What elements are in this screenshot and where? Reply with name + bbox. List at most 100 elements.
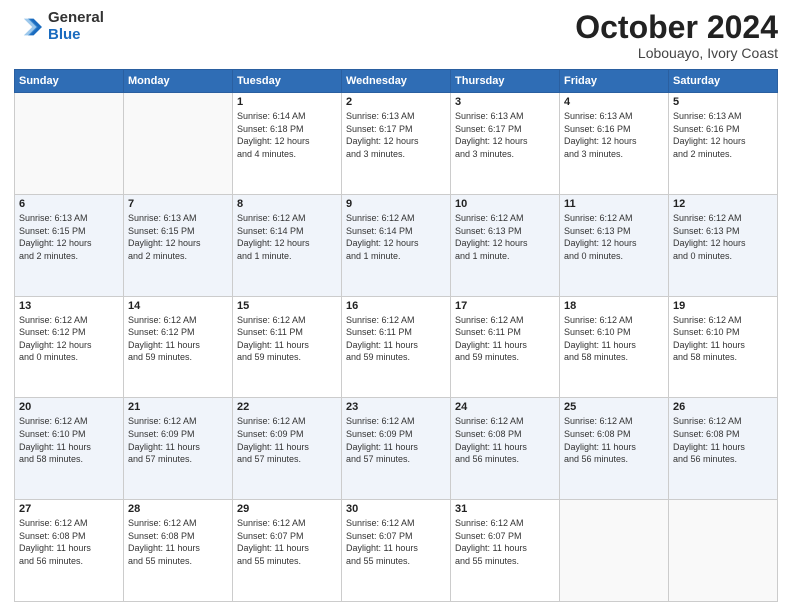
calendar-cell: 12Sunrise: 6:12 AM Sunset: 6:13 PM Dayli… <box>669 194 778 296</box>
logo-text: General Blue <box>48 10 104 43</box>
title-block: October 2024 Lobouayo, Ivory Coast <box>575 10 778 61</box>
weekday-header-wednesday: Wednesday <box>342 70 451 93</box>
day-number: 25 <box>564 401 664 413</box>
weekday-header-friday: Friday <box>560 70 669 93</box>
logo: General Blue <box>14 10 104 43</box>
day-number: 1 <box>237 96 337 108</box>
day-number: 16 <box>346 300 446 312</box>
calendar-cell: 19 Sunrise: 6:12 AM Sunset: 6:10 PM Dayli… <box>669 296 778 398</box>
day-number: 14 <box>128 300 228 312</box>
day-info: Sunrise: 6:13 AM Sunset: 6:17 PM Dayligh… <box>346 110 446 160</box>
day-number: 2 <box>346 96 446 108</box>
day-info: Sunrise: 6:13 AM Sunset: 6:15 PM Dayligh… <box>19 212 119 262</box>
calendar-cell: 17Sunrise: 6:12 AM Sunset: 6:11 PM Dayli… <box>451 296 560 398</box>
week-row-2: 6 Sunrise: 6:13 AM Sunset: 6:15 PM Daylig… <box>15 194 778 296</box>
calendar-cell: 21 Sunrise: 6:12 AM Sunset: 6:09 PM Dayli… <box>124 398 233 500</box>
calendar-cell: 15Sunrise: 6:12 AM Sunset: 6:11 PM Dayli… <box>233 296 342 398</box>
day-number: 19 <box>673 300 773 312</box>
calendar-cell: 26 Sunrise: 6:12 AM Sunset: 6:08 PM Dayli… <box>669 398 778 500</box>
weekday-header-monday: Monday <box>124 70 233 93</box>
day-number: 30 <box>346 503 446 515</box>
day-info: Sunrise: 6:12 AM Sunset: 6:08 PM Dayligh… <box>673 415 773 465</box>
weekday-header-sunday: Sunday <box>15 70 124 93</box>
day-info: Sunrise: 6:12 AM Sunset: 6:11 PM Dayligh… <box>237 314 337 364</box>
week-row-3: 13 Sunrise: 6:12 AM Sunset: 6:12 PM Dayli… <box>15 296 778 398</box>
calendar-cell: 30 Sunrise: 6:12 AM Sunset: 6:07 PM Dayli… <box>342 500 451 602</box>
day-number: 13 <box>19 300 119 312</box>
day-info: Sunrise: 6:13 AM Sunset: 6:16 PM Dayligh… <box>564 110 664 160</box>
day-number: 12 <box>673 198 773 210</box>
day-number: 6 <box>19 198 119 210</box>
calendar-table: SundayMondayTuesdayWednesdayThursdayFrid… <box>14 69 778 602</box>
day-number: 21 <box>128 401 228 413</box>
calendar-cell: 23 Sunrise: 6:12 AM Sunset: 6:09 PM Dayli… <box>342 398 451 500</box>
calendar-cell: 7Sunrise: 6:13 AM Sunset: 6:15 PM Daylig… <box>124 194 233 296</box>
logo-icon <box>14 13 42 41</box>
week-row-4: 20 Sunrise: 6:12 AM Sunset: 6:10 PM Dayli… <box>15 398 778 500</box>
week-row-5: 27 Sunrise: 6:12 AM Sunset: 6:08 PM Dayli… <box>15 500 778 602</box>
day-info: Sunrise: 6:12 AM Sunset: 6:13 PM Dayligh… <box>455 212 555 262</box>
day-number: 8 <box>237 198 337 210</box>
calendar-cell <box>560 500 669 602</box>
day-number: 20 <box>19 401 119 413</box>
calendar-cell: 18 Sunrise: 6:12 AM Sunset: 6:10 PM Dayli… <box>560 296 669 398</box>
day-number: 22 <box>237 401 337 413</box>
day-number: 23 <box>346 401 446 413</box>
day-number: 7 <box>128 198 228 210</box>
day-info: Sunrise: 6:12 AM Sunset: 6:09 PM Dayligh… <box>237 415 337 465</box>
header: General Blue October 2024 Lobouayo, Ivor… <box>14 10 778 61</box>
day-info: Sunrise: 6:12 AM Sunset: 6:10 PM Dayligh… <box>673 314 773 364</box>
day-info: Sunrise: 6:13 AM Sunset: 6:17 PM Dayligh… <box>455 110 555 160</box>
day-info: Sunrise: 6:14 AM Sunset: 6:18 PM Dayligh… <box>237 110 337 160</box>
day-number: 26 <box>673 401 773 413</box>
day-info: Sunrise: 6:12 AM Sunset: 6:07 PM Dayligh… <box>237 517 337 567</box>
day-info: Sunrise: 6:12 AM Sunset: 6:10 PM Dayligh… <box>564 314 664 364</box>
calendar-cell <box>15 93 124 195</box>
weekday-header-saturday: Saturday <box>669 70 778 93</box>
logo-general: General <box>48 10 104 27</box>
calendar-header: SundayMondayTuesdayWednesdayThursdayFrid… <box>15 70 778 93</box>
weekday-header-row: SundayMondayTuesdayWednesdayThursdayFrid… <box>15 70 778 93</box>
day-number: 18 <box>564 300 664 312</box>
day-info: Sunrise: 6:12 AM Sunset: 6:08 PM Dayligh… <box>455 415 555 465</box>
weekday-header-thursday: Thursday <box>451 70 560 93</box>
calendar-cell: 4Sunrise: 6:13 AM Sunset: 6:16 PM Daylig… <box>560 93 669 195</box>
calendar-cell: 20 Sunrise: 6:12 AM Sunset: 6:10 PM Dayli… <box>15 398 124 500</box>
page: General Blue October 2024 Lobouayo, Ivor… <box>0 0 792 612</box>
calendar-cell: 6 Sunrise: 6:13 AM Sunset: 6:15 PM Daylig… <box>15 194 124 296</box>
week-row-1: 1 Sunrise: 6:14 AM Sunset: 6:18 PM Daylig… <box>15 93 778 195</box>
calendar-cell: 10Sunrise: 6:12 AM Sunset: 6:13 PM Dayli… <box>451 194 560 296</box>
day-info: Sunrise: 6:12 AM Sunset: 6:14 PM Dayligh… <box>346 212 446 262</box>
calendar-body: 1 Sunrise: 6:14 AM Sunset: 6:18 PM Daylig… <box>15 93 778 602</box>
logo-blue: Blue <box>48 27 104 44</box>
day-info: Sunrise: 6:12 AM Sunset: 6:13 PM Dayligh… <box>564 212 664 262</box>
day-number: 17 <box>455 300 555 312</box>
day-number: 31 <box>455 503 555 515</box>
calendar-cell: 5Sunrise: 6:13 AM Sunset: 6:16 PM Daylig… <box>669 93 778 195</box>
day-number: 29 <box>237 503 337 515</box>
day-info: Sunrise: 6:12 AM Sunset: 6:08 PM Dayligh… <box>564 415 664 465</box>
day-info: Sunrise: 6:12 AM Sunset: 6:08 PM Dayligh… <box>128 517 228 567</box>
day-number: 27 <box>19 503 119 515</box>
day-info: Sunrise: 6:12 AM Sunset: 6:10 PM Dayligh… <box>19 415 119 465</box>
calendar-cell: 3 Sunrise: 6:13 AM Sunset: 6:17 PM Daylig… <box>451 93 560 195</box>
day-info: Sunrise: 6:12 AM Sunset: 6:09 PM Dayligh… <box>346 415 446 465</box>
day-info: Sunrise: 6:12 AM Sunset: 6:07 PM Dayligh… <box>346 517 446 567</box>
day-number: 5 <box>673 96 773 108</box>
day-info: Sunrise: 6:12 AM Sunset: 6:09 PM Dayligh… <box>128 415 228 465</box>
calendar-cell <box>669 500 778 602</box>
weekday-header-tuesday: Tuesday <box>233 70 342 93</box>
day-number: 28 <box>128 503 228 515</box>
day-info: Sunrise: 6:12 AM Sunset: 6:14 PM Dayligh… <box>237 212 337 262</box>
day-number: 9 <box>346 198 446 210</box>
calendar-cell: 29 Sunrise: 6:12 AM Sunset: 6:07 PM Dayli… <box>233 500 342 602</box>
calendar-cell: 9 Sunrise: 6:12 AM Sunset: 6:14 PM Daylig… <box>342 194 451 296</box>
calendar-cell <box>124 93 233 195</box>
calendar-cell: 13Sunrise: 6:12 AM Sunset: 6:12 PM Dayli… <box>15 296 124 398</box>
day-info: Sunrise: 6:12 AM Sunset: 6:07 PM Dayligh… <box>455 517 555 567</box>
day-info: Sunrise: 6:12 AM Sunset: 6:12 PM Dayligh… <box>128 314 228 364</box>
calendar-cell: 2 Sunrise: 6:13 AM Sunset: 6:17 PM Daylig… <box>342 93 451 195</box>
day-number: 3 <box>455 96 555 108</box>
calendar-cell: 1 Sunrise: 6:14 AM Sunset: 6:18 PM Daylig… <box>233 93 342 195</box>
calendar-cell: 25 Sunrise: 6:12 AM Sunset: 6:08 PM Dayli… <box>560 398 669 500</box>
